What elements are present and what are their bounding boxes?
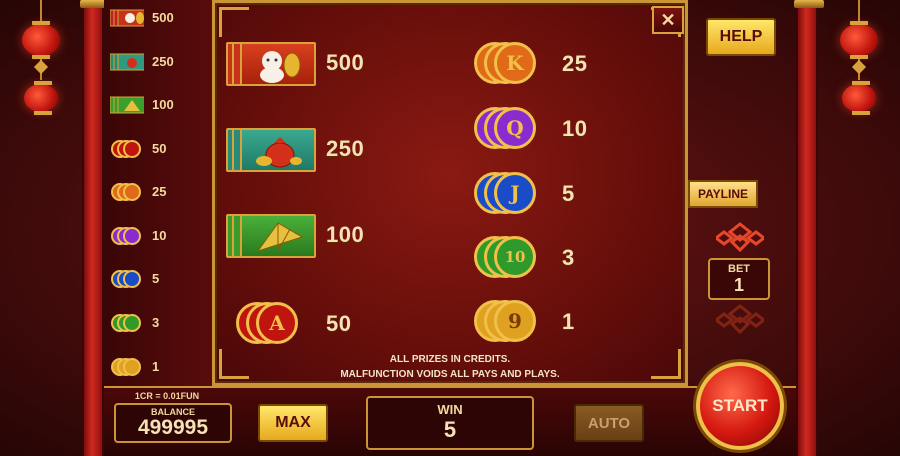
- max-bet-button[interactable]: MAX: [258, 404, 328, 442]
- payout-value: 3: [562, 245, 575, 270]
- coin-10-icon: [110, 313, 144, 333]
- mini-paytable-row: [110, 138, 144, 160]
- win-display: WIN 5: [366, 396, 534, 450]
- payline-button[interactable]: PAYLINE: [688, 180, 758, 208]
- mini-paytable-row: [110, 268, 144, 290]
- coin-a-icon: [110, 139, 144, 159]
- mini-paytable-value: 100: [152, 97, 174, 112]
- bet-value: 1: [733, 275, 744, 295]
- win-label: WIN: [437, 402, 463, 417]
- mini-paytable-row: [110, 181, 144, 203]
- lantern-icon: [842, 81, 876, 115]
- coin-9-icon: 9: [494, 300, 536, 342]
- bet-label: BET: [728, 263, 750, 275]
- win-value: 5: [443, 417, 457, 442]
- mini-paytable-value: 250: [152, 54, 174, 69]
- coin-q-icon: Q: [494, 107, 536, 149]
- coin-q-symbol: Q: [474, 107, 544, 151]
- disclaimer-line: ALL PRIZES IN CREDITS.: [389, 354, 511, 365]
- fan-icon: [240, 214, 316, 258]
- coin-j-symbol: J: [474, 172, 544, 216]
- mini-paytable-row: [110, 51, 144, 73]
- bet-display: BET 1: [708, 258, 770, 300]
- lucky-cat-symbol: [226, 42, 316, 88]
- left-pillar: [80, 0, 110, 456]
- payout-value: 100: [326, 222, 365, 247]
- mini-paytable-value: 25: [152, 184, 167, 199]
- close-icon: ✕: [660, 9, 676, 30]
- payout-value: 10: [562, 116, 588, 141]
- mini-paytable-value: 50: [152, 141, 167, 156]
- mini-paytable-row: [110, 225, 144, 247]
- lantern-icon: [22, 21, 60, 59]
- lantern-icon: [840, 21, 878, 59]
- help-button[interactable]: HELP: [706, 18, 776, 56]
- start-button[interactable]: START: [696, 362, 784, 450]
- coin-9-symbol: 9: [474, 300, 544, 344]
- coin-j-icon: [110, 269, 144, 289]
- payout-value: 500: [326, 50, 365, 75]
- coin-a-icon: A: [256, 302, 298, 344]
- fan-symbol: [226, 214, 316, 260]
- lucky-cat-icon: [240, 42, 316, 86]
- mini-paytable-value: 3: [152, 315, 160, 330]
- balance-value: 499995: [137, 416, 209, 439]
- mini-paytable-value: 500: [152, 10, 174, 25]
- right-pillar: [794, 0, 824, 456]
- money-bag-icon: [110, 52, 144, 72]
- mini-paytable-row: [110, 356, 144, 378]
- mini-paytable-value: 1: [152, 359, 160, 374]
- close-button[interactable]: ✕: [652, 6, 684, 34]
- mini-paytable-row: [110, 7, 144, 29]
- mini-paytable-value: 10: [152, 228, 167, 243]
- bet-increase-icon[interactable]: [716, 222, 764, 252]
- coin-9-icon: [110, 357, 144, 377]
- coin-a-symbol: A: [236, 302, 306, 346]
- disclaimer-line: MALFUNCTION VOIDS ALL PAYS AND PLAYS.: [340, 369, 560, 380]
- mini-paytable-row: [110, 94, 144, 116]
- fan-icon: [110, 95, 144, 115]
- money-bag-symbol: [226, 128, 316, 174]
- coin-10-symbol: 10: [474, 236, 544, 280]
- coin-j-icon: J: [494, 172, 536, 214]
- payout-value: 50: [326, 311, 352, 336]
- bet-decrease-icon[interactable]: [716, 304, 764, 334]
- coin-k-symbol: K: [474, 42, 544, 86]
- lantern-icon: [24, 81, 58, 115]
- mini-paytable-row: [110, 312, 144, 334]
- coin-k-icon: K: [494, 42, 536, 84]
- auto-play-button[interactable]: AUTO: [574, 404, 644, 442]
- corner-ornament: [219, 7, 249, 37]
- lucky-cat-icon: [110, 8, 144, 28]
- payout-value: 1: [562, 309, 575, 334]
- coin-q-icon: [110, 226, 144, 246]
- coin-10-icon: 10: [494, 236, 536, 278]
- payout-value: 25: [562, 51, 588, 76]
- money-bag-icon: [240, 128, 316, 172]
- payout-value: 5: [562, 181, 575, 206]
- balance-display: BALANCE 499995: [114, 403, 232, 443]
- credit-rate: 1CR = 0.01FUN: [134, 391, 200, 401]
- payout-value: 250: [326, 136, 365, 161]
- mini-paytable-value: 5: [152, 271, 160, 286]
- coin-k-icon: [110, 182, 144, 202]
